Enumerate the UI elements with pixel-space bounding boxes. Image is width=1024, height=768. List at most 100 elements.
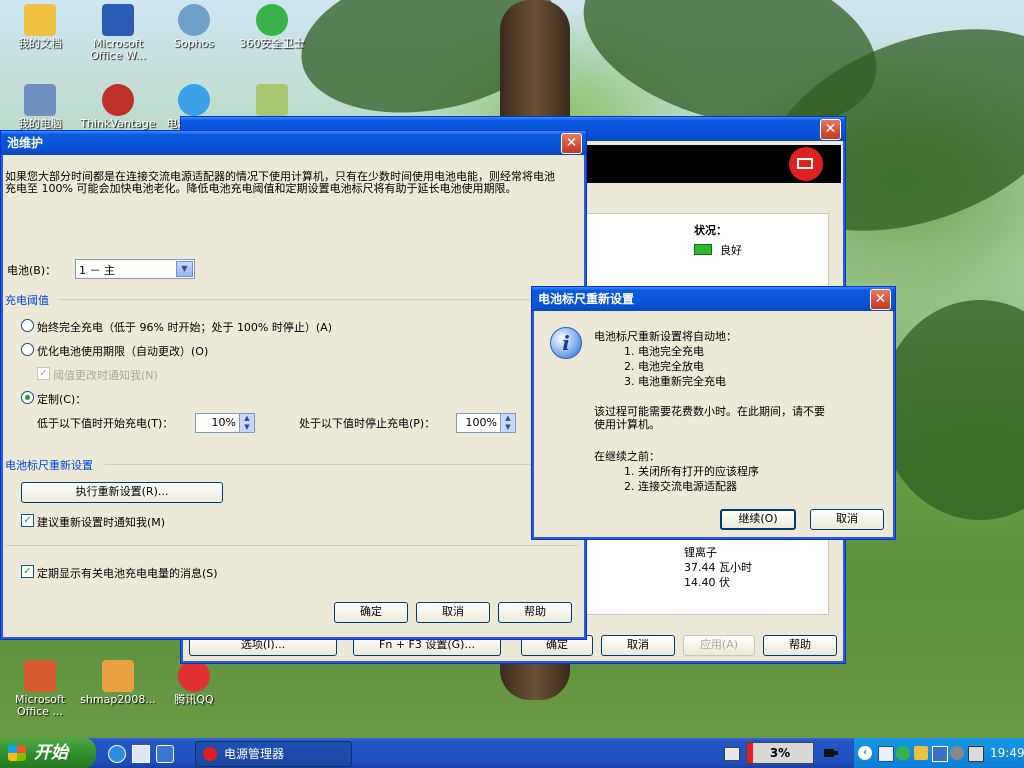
help-button[interactable]: 帮助 — [763, 635, 837, 656]
disk-icon[interactable] — [950, 746, 964, 760]
start-below-value: 10% — [211, 416, 236, 429]
desktop-icon-sophos[interactable]: Sophos — [154, 4, 234, 50]
desktop-icon-label: Microsoft Office ... — [14, 693, 66, 718]
desktop-icon-label: 腾讯QQ — [174, 693, 214, 706]
power-manager-banner — [585, 145, 841, 183]
battery-voltage: 14.40 伏 — [684, 576, 730, 589]
powerpoint-icon — [24, 660, 56, 692]
chevron-left-icon[interactable]: ‹ — [858, 746, 872, 760]
desktop-icon-office[interactable]: Microsoft Office ... — [0, 660, 80, 718]
start-label: 开始 — [34, 743, 68, 763]
clock[interactable]: 19:49 — [990, 738, 1024, 768]
radio-full-charge-label: 始终完全充电（低于 96% 时开始；处于 100% 时停止）(A) — [37, 321, 332, 334]
run-reset-button[interactable]: 执行重新设置(R)... — [21, 482, 223, 503]
spinner-arrows-icon[interactable]: ▲ ▼ — [239, 414, 254, 432]
radio-optimize-label: 优化电池使用期限（自动更改）(O) — [37, 345, 209, 358]
start-below-label: 低于以下值时开始充电(T)： — [37, 417, 174, 430]
chevron-down-icon[interactable]: ▼ — [176, 261, 193, 277]
battery-maintenance-titlebar: 池维护 — [1, 131, 586, 155]
gauge-reset-group: 电池标尺重新设置 — [5, 459, 93, 472]
dialog-titlebar: 电池标尺重新设置 — [532, 287, 895, 311]
divider — [5, 545, 579, 546]
cancel-button[interactable]: 取消 — [416, 602, 490, 623]
taskbar-item-label: 电源管理器 — [224, 747, 285, 761]
desktop-icon-label: 我的电脑 — [18, 117, 62, 130]
speaker-icon[interactable] — [968, 746, 984, 762]
window-title: 池维护 — [7, 136, 44, 150]
security-icon[interactable] — [914, 746, 928, 760]
network-icon[interactable] — [878, 746, 894, 762]
taskbar-item-power-manager[interactable]: 电源管理器 — [195, 741, 352, 767]
start-button[interactable]: 开始 — [0, 738, 96, 768]
media-player-icon[interactable] — [156, 745, 174, 763]
start-below-spinner[interactable]: 10% ▲ ▼ — [195, 413, 255, 433]
cancel-button[interactable]: 取消 — [810, 509, 884, 530]
folder-icon — [24, 4, 56, 36]
battery-capacity: 37.44 瓦小时 — [684, 561, 752, 574]
stop-above-spinner[interactable]: 100% ▲ ▼ — [456, 413, 516, 433]
gauge-reset-dialog: 电池标尺重新设置 ✕ i 电池标尺重新设置将自动地： 1. 电池完全充电 2. … — [531, 286, 896, 540]
desktop-icon-my-computer[interactable]: 我的电脑 — [0, 84, 80, 130]
desktop-icon-word[interactable]: Microsoft Office W... — [78, 4, 158, 62]
dialog-step: 3. 电池重新完全充电 — [624, 375, 726, 388]
power-manager-icon — [178, 84, 210, 116]
radio-full-charge[interactable] — [21, 319, 34, 332]
battery-select[interactable]: 1 － 主 ▼ — [75, 259, 195, 279]
checkbox-notify-reset-label: 建议重新设置时通知我(M) — [37, 516, 166, 529]
gauge-icon — [102, 84, 134, 116]
apply-button[interactable]: 应用(A) — [683, 635, 755, 656]
close-icon[interactable]: ✕ — [820, 119, 841, 140]
windows-logo-icon — [8, 745, 26, 761]
battery-gauge[interactable]: 3% — [746, 742, 814, 764]
desktop-icon-360[interactable]: 360安全卫士 — [232, 4, 312, 50]
stop-above-value: 100% — [465, 416, 497, 429]
battery-chemistry: 锂离子 — [684, 546, 717, 559]
checkbox-notify-reset[interactable]: ✓ — [21, 514, 34, 527]
desktop-icon-qq[interactable]: 腾讯QQ — [154, 660, 234, 706]
dialog-title: 电池标尺重新设置 — [538, 292, 635, 306]
checkbox-notify-threshold[interactable]: ✓ — [37, 367, 50, 380]
computer-icon — [24, 84, 56, 116]
keyboard-icon[interactable] — [724, 747, 740, 761]
sophos-icon — [178, 4, 210, 36]
show-desktop-icon[interactable] — [132, 745, 150, 763]
qq-penguin-icon — [178, 660, 210, 692]
desktop-icon-label: 360安全卫士 — [239, 37, 305, 50]
system-tray: ‹ 19:49 — [853, 738, 1024, 768]
ok-button[interactable]: 确定 — [334, 602, 408, 623]
spinner-arrows-icon[interactable]: ▲ ▼ — [500, 414, 515, 432]
shield-plus-icon — [256, 4, 288, 36]
palm-frond — [880, 300, 1024, 520]
battery-select-value: 1 － 主 — [79, 264, 115, 277]
desktop-icon-my-documents[interactable]: 我的文档 — [0, 4, 80, 50]
dialog-step: 1. 电池完全充电 — [624, 345, 704, 358]
desktop-icon-unknown[interactable] — [232, 84, 312, 118]
continue-button[interactable]: 继续(O) — [720, 509, 796, 530]
close-icon[interactable]: ✕ — [870, 289, 891, 310]
help-button[interactable]: 帮助 — [498, 602, 572, 623]
dialog-before-label: 在继续之前： — [594, 450, 660, 463]
dialog-before-step: 2. 连接交流电源适配器 — [624, 480, 737, 493]
stop-above-label: 处于以下值时停止充电(P)： — [299, 417, 436, 430]
desktop-icon-label: Microsoft Office W... — [90, 37, 146, 62]
ie-icon[interactable] — [108, 745, 126, 763]
display-icon[interactable] — [932, 746, 948, 762]
shield-icon[interactable] — [896, 746, 910, 760]
info-icon: i — [550, 327, 582, 359]
checkbox-periodic-message[interactable]: ✓ — [21, 565, 34, 578]
word-icon — [102, 4, 134, 36]
app-icon — [256, 84, 288, 116]
cancel-button[interactable]: 取消 — [601, 635, 675, 656]
radio-optimize[interactable] — [21, 343, 34, 356]
desktop-icon-shmap[interactable]: shmap2008... — [78, 660, 158, 706]
dialog-before-step: 1. 关闭所有打开的应该程序 — [624, 465, 759, 478]
close-icon[interactable]: ✕ — [561, 133, 582, 154]
radio-custom-label: 定制(C)： — [37, 393, 87, 406]
divider — [105, 464, 579, 465]
radio-custom[interactable] — [21, 391, 34, 404]
power-manager-icon — [203, 747, 217, 761]
battery-maintenance-window: 池维护 ✕ 如果您大部分时间都是在连接交流电源适配器的情况下使用计算机，只有在少… — [0, 130, 587, 640]
desktop-icon-label: 我的文档 — [18, 37, 62, 50]
ac-plug-icon[interactable] — [822, 746, 838, 760]
battery-green-icon — [694, 244, 712, 255]
